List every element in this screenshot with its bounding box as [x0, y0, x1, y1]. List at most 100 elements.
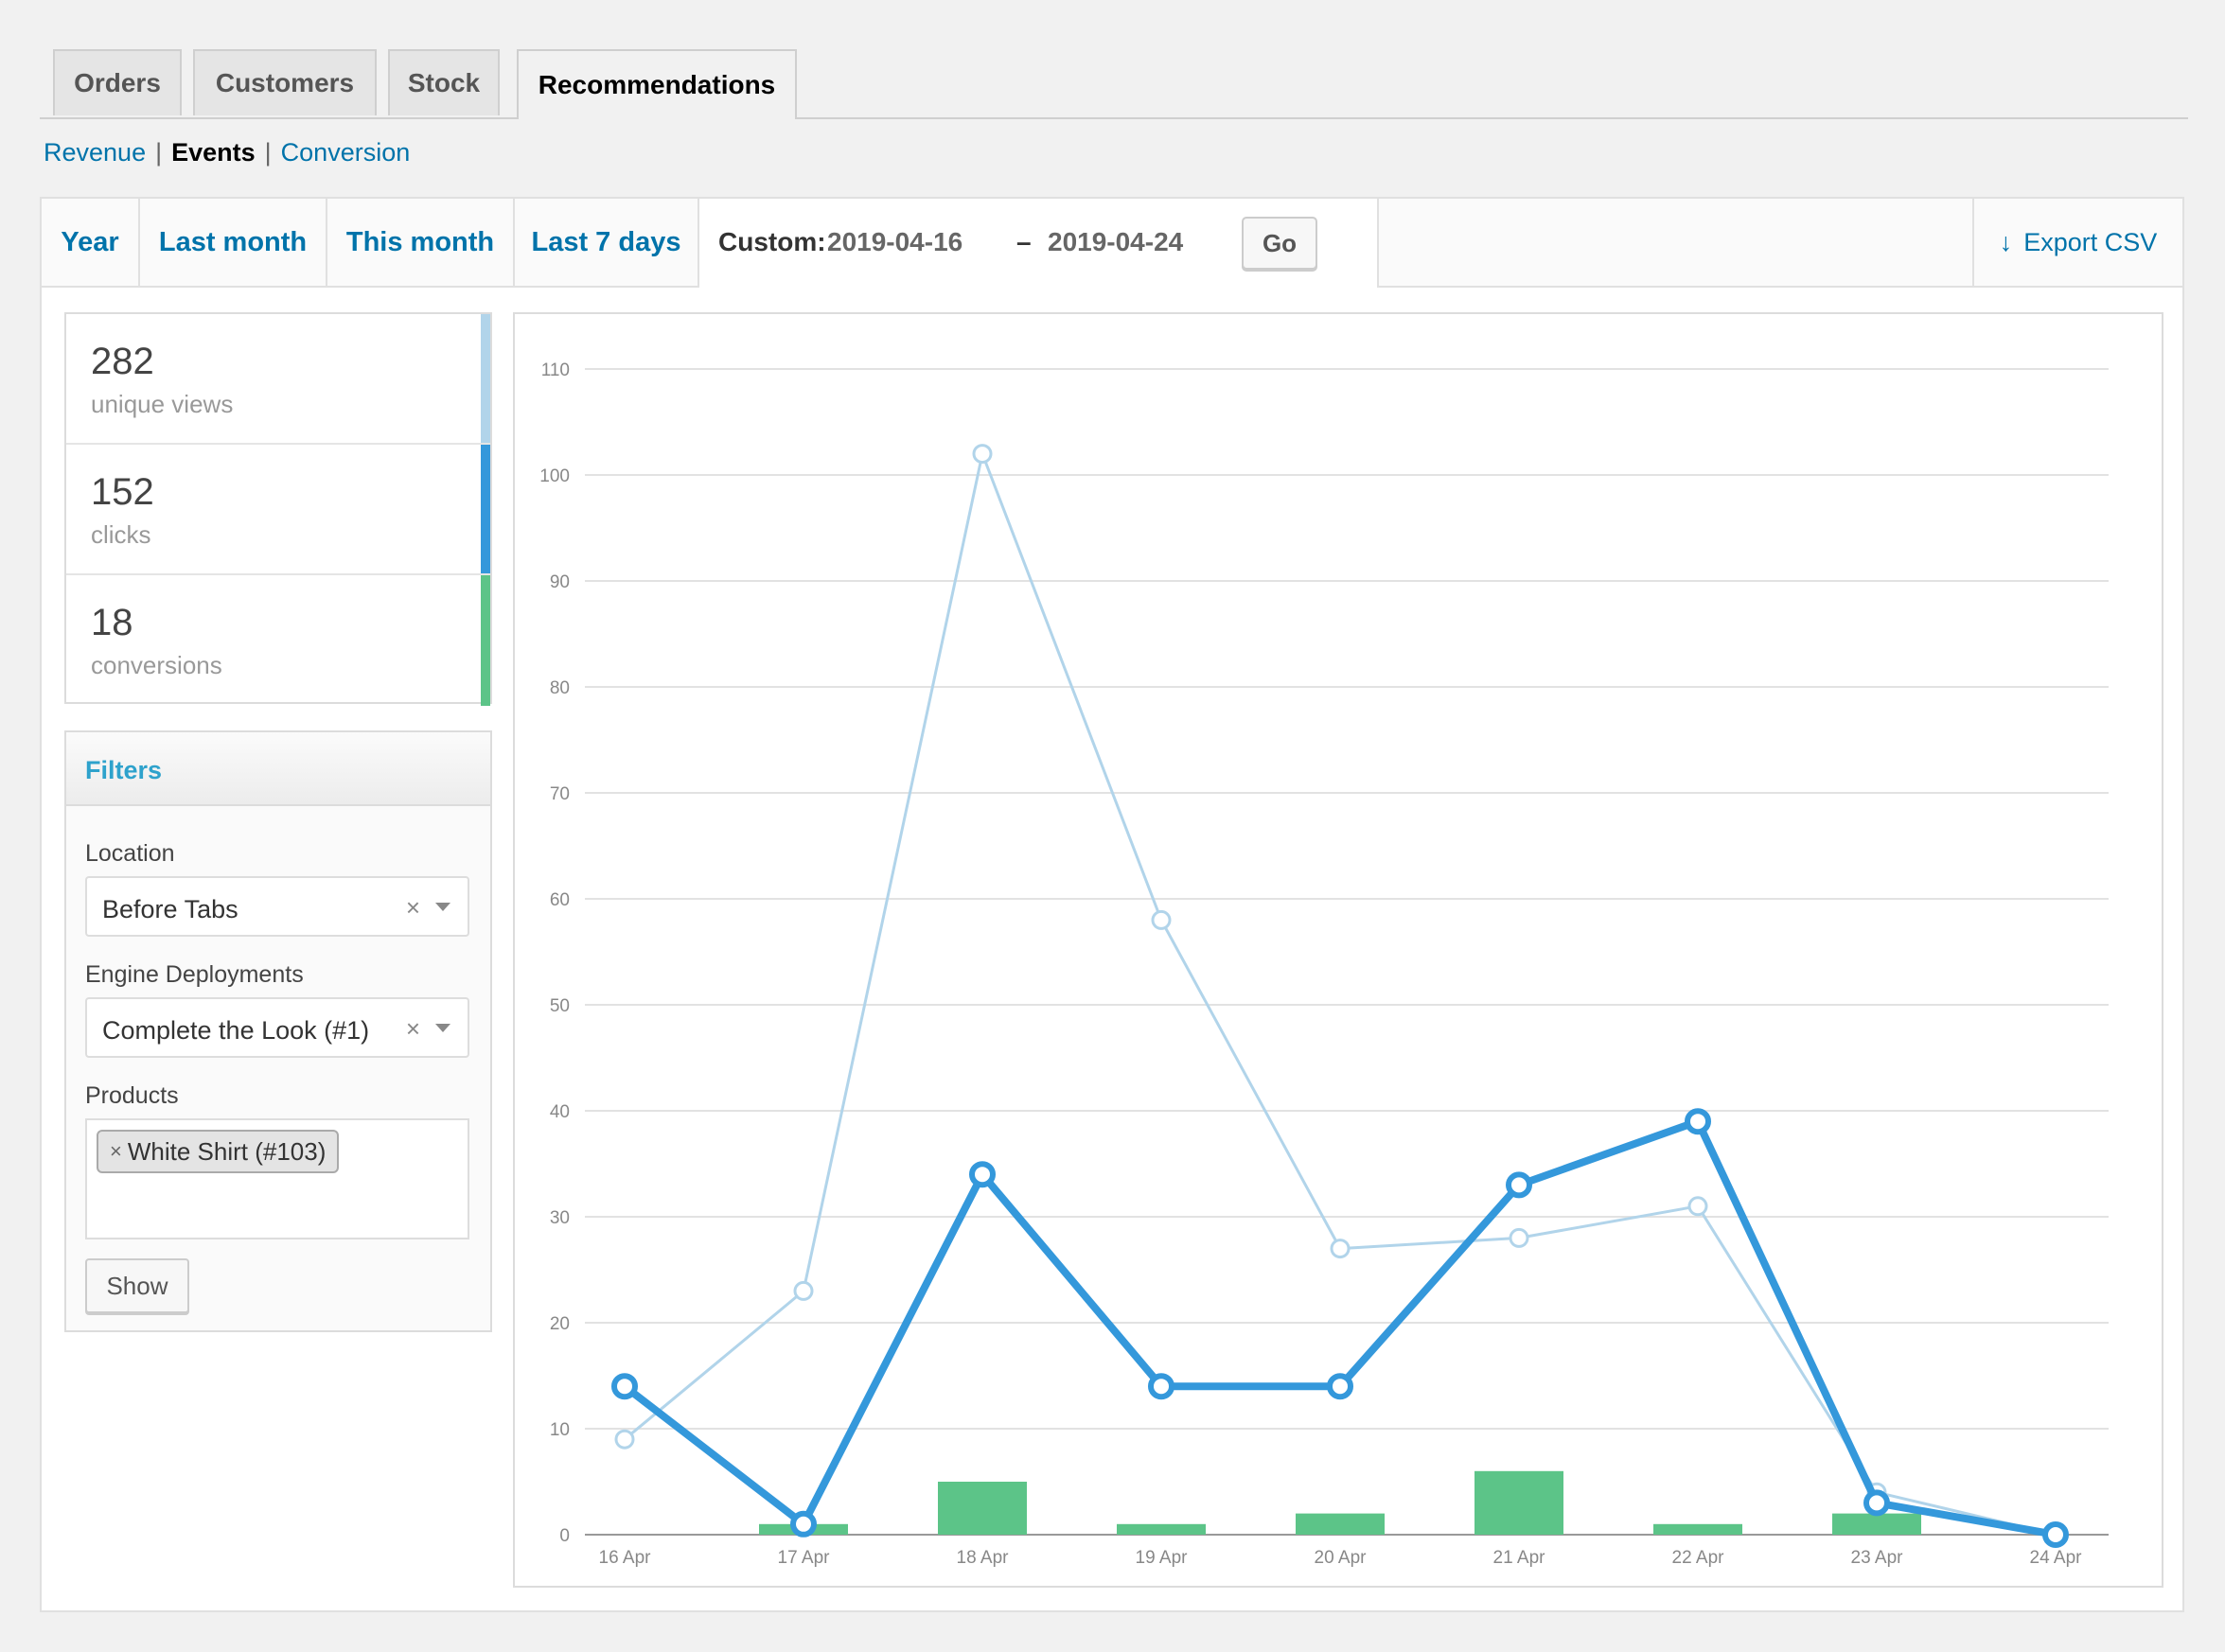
legend-clicks[interactable]: 152 clicks: [66, 445, 490, 575]
y-tick-label: 70: [550, 784, 570, 804]
y-tick-label: 0: [559, 1526, 570, 1546]
sub-navigation: Revenue | Events | Conversion: [44, 138, 410, 167]
bar: [1475, 1470, 1563, 1535]
legend-label: clicks: [91, 520, 151, 549]
data-point: [1327, 1373, 1353, 1400]
products-multiselect[interactable]: × White Shirt (#103): [85, 1118, 469, 1239]
events-chart: 0 10 20 30 40 50 60 70 80 90 100 110 16 Apr 17 Apr 18 …: [513, 312, 2163, 1588]
legend-label: unique views: [91, 390, 234, 418]
x-tick-label: 24 Apr: [2030, 1548, 2083, 1568]
y-tick-label: 100: [539, 466, 570, 486]
data-point: [1506, 1171, 1532, 1199]
product-tag: × White Shirt (#103): [97, 1130, 340, 1173]
engine-deployments-select[interactable]: Complete the Look (#1) ×: [85, 997, 469, 1058]
data-point: [793, 1280, 814, 1301]
x-tick-label: 16 Apr: [599, 1548, 652, 1568]
legend-conversions[interactable]: 18 conversions: [66, 575, 490, 706]
product-tag-label: White Shirt (#103): [127, 1136, 327, 1166]
legend-color-bar: [481, 445, 490, 573]
legend-value: 18: [91, 602, 133, 643]
start-date-input[interactable]: 2019-04-16: [827, 227, 962, 257]
data-point: [790, 1510, 817, 1538]
clear-icon[interactable]: ×: [406, 893, 420, 923]
nav-tabs: Orders Customers Stock Recommendations: [40, 49, 2188, 119]
x-tick-label: 18 Apr: [957, 1548, 1010, 1568]
filters-title[interactable]: Filters: [66, 732, 490, 806]
legend-color-bar: [481, 314, 490, 443]
x-tick-label: 20 Apr: [1315, 1548, 1368, 1568]
x-tick-label: 21 Apr: [1493, 1548, 1546, 1568]
x-tick-label: 17 Apr: [778, 1548, 831, 1568]
series-line: [624, 452, 2057, 1537]
custom-range: Custom: 2019-04-16 – 2019-04-24 Go: [699, 199, 1379, 288]
clear-icon[interactable]: ×: [406, 1014, 420, 1044]
legend-label: conversions: [91, 651, 222, 679]
y-tick-label: 30: [550, 1208, 570, 1228]
data-point: [1330, 1239, 1351, 1259]
engine-deployments-value: Complete the Look (#1): [102, 1016, 370, 1045]
data-point: [1509, 1227, 1529, 1248]
filters-panel: Filters Location Before Tabs × Engine De…: [64, 730, 492, 1332]
subnav-revenue[interactable]: Revenue: [44, 138, 146, 167]
series-line: [622, 1117, 2057, 1538]
data-point: [972, 444, 993, 465]
data-point: [1148, 1373, 1174, 1400]
bar: [1653, 1523, 1742, 1535]
data-point: [1687, 1196, 1708, 1217]
y-tick-label: 80: [550, 678, 570, 698]
tab-stock[interactable]: Stock: [388, 49, 500, 115]
subnav-events[interactable]: Events: [171, 138, 256, 167]
legend-value: 152: [91, 471, 154, 513]
location-label: Location: [85, 840, 175, 867]
chevron-down-icon[interactable]: [435, 1024, 450, 1032]
data-point: [969, 1161, 996, 1188]
y-tick-label: 40: [550, 1102, 570, 1122]
tab-recommendations[interactable]: Recommendations: [517, 49, 797, 119]
tab-orders[interactable]: Orders: [53, 49, 182, 115]
tab-customers[interactable]: Customers: [193, 49, 377, 115]
download-arrow-icon: ↓: [1999, 227, 2013, 256]
end-date-input[interactable]: 2019-04-24: [1048, 227, 1183, 257]
report-box: Year Last month This month Last 7 days C…: [40, 197, 2184, 1612]
data-point: [611, 1373, 638, 1400]
legend-unique-views[interactable]: 282 unique views: [66, 314, 490, 445]
data-point: [614, 1429, 635, 1450]
y-tick-label: 20: [550, 1314, 570, 1334]
subnav-separator: |: [155, 138, 163, 167]
data-point: [1685, 1108, 1711, 1135]
y-tick-label: 110: [541, 360, 570, 380]
y-tick-label: 60: [550, 890, 570, 910]
export-csv-button[interactable]: ↓ Export CSV: [1972, 199, 2182, 286]
products-label: Products: [85, 1082, 179, 1109]
bar: [1832, 1513, 1921, 1535]
location-value: Before Tabs: [102, 895, 238, 923]
bar: [1296, 1513, 1385, 1535]
y-tick-label: 50: [550, 996, 570, 1016]
subnav-separator: |: [264, 138, 272, 167]
bar: [1117, 1523, 1206, 1535]
go-button[interactable]: Go: [1242, 217, 1317, 270]
range-year[interactable]: Year: [42, 199, 140, 286]
subnav-conversion[interactable]: Conversion: [281, 138, 411, 167]
x-tick-label: 22 Apr: [1672, 1548, 1725, 1568]
x-tick-label: 23 Apr: [1851, 1548, 1904, 1568]
show-button[interactable]: Show: [85, 1258, 189, 1313]
remove-tag-icon[interactable]: ×: [110, 1139, 122, 1164]
bar: [938, 1482, 1027, 1535]
export-csv-label: Export CSV: [2023, 227, 2158, 256]
range-last-7-days[interactable]: Last 7 days: [515, 199, 699, 286]
range-this-month[interactable]: This month: [327, 199, 515, 286]
x-tick-label: 19 Apr: [1136, 1548, 1189, 1568]
y-tick-label: 10: [550, 1420, 570, 1440]
y-tick-label: 90: [550, 572, 570, 592]
data-point: [2042, 1521, 2069, 1548]
data-point: [1863, 1489, 1890, 1517]
engine-deployments-label: Engine Deployments: [85, 961, 304, 988]
location-select[interactable]: Before Tabs ×: [85, 876, 469, 937]
chart-legend: 282 unique views 152 clicks 18 conversio…: [64, 312, 492, 706]
range-last-month[interactable]: Last month: [140, 199, 327, 286]
custom-label: Custom:: [718, 227, 826, 256]
chevron-down-icon[interactable]: [435, 903, 450, 911]
legend-color-bar: [481, 575, 490, 706]
date-separator: –: [1016, 227, 1032, 256]
